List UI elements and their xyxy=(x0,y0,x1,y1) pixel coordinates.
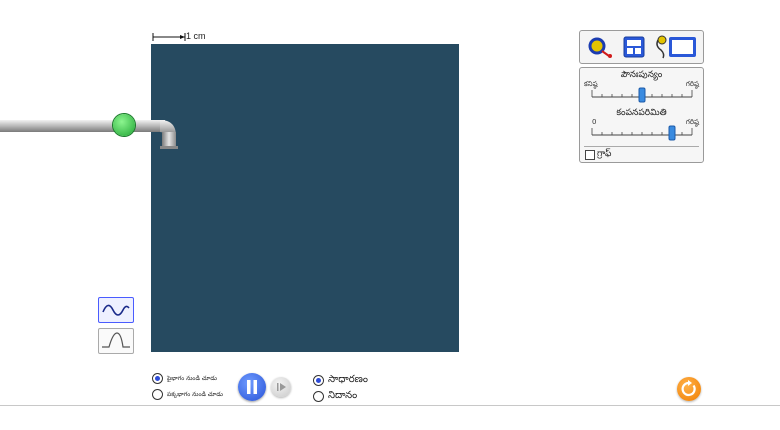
stopwatch-icon[interactable] xyxy=(621,34,647,60)
view-option-top-label: పైభాగం నుండి చూడు xyxy=(167,374,217,382)
reset-icon xyxy=(681,380,696,397)
graph-checkbox-box[interactable] xyxy=(585,150,595,160)
view-option-top-radio[interactable] xyxy=(152,373,163,384)
bottom-divider xyxy=(0,405,780,406)
faucet-valve[interactable] xyxy=(113,114,135,136)
amplitude-label: కంపనపరిమితి xyxy=(616,108,667,118)
wave-pulse-icon xyxy=(102,332,130,348)
graph-checkbox[interactable]: గ్రాఫ్ xyxy=(585,149,611,161)
speed-option-slow[interactable]: నిదానం xyxy=(313,389,357,403)
view-option-side[interactable]: పక్కభాగం నుండి చూడు xyxy=(152,389,223,400)
water-area xyxy=(151,44,459,352)
amplitude-slider[interactable] xyxy=(588,123,696,143)
speed-option-normal-radio[interactable] xyxy=(313,374,324,386)
speed-option-normal[interactable]: సాధారణం xyxy=(313,373,368,387)
probe-icon[interactable] xyxy=(653,34,699,60)
speed-option-slow-label: నిదానం xyxy=(328,390,358,401)
view-option-side-label: పక్కభాగం నుండి చూడు xyxy=(167,390,223,398)
wave-continuous-icon xyxy=(102,304,130,316)
faucet xyxy=(0,120,178,149)
wave-continuous-button[interactable] xyxy=(98,297,134,323)
scale-label: 1 cm xyxy=(186,31,206,41)
magnifier-icon[interactable] xyxy=(585,34,615,60)
amplitude-slider-thumb[interactable] xyxy=(668,125,676,141)
panel-divider xyxy=(584,146,699,147)
pause-icon xyxy=(247,380,257,394)
frequency-slider-thumb[interactable] xyxy=(638,87,646,103)
step-icon xyxy=(277,383,286,391)
view-option-side-radio[interactable] xyxy=(152,389,163,400)
speed-option-normal-label: సాధారణం xyxy=(328,374,368,385)
frequency-slider[interactable] xyxy=(588,85,696,105)
view-option-top[interactable]: పైభాగం నుండి చూడు xyxy=(152,373,217,384)
pause-button[interactable] xyxy=(238,373,266,401)
speed-option-slow-radio[interactable] xyxy=(313,390,324,402)
scale-bar xyxy=(152,33,186,41)
wave-pulse-button[interactable] xyxy=(98,328,134,354)
reset-button[interactable] xyxy=(677,377,701,401)
tools-box xyxy=(579,30,704,64)
frequency-label: పౌనఃపున్యం xyxy=(620,70,663,80)
step-button[interactable] xyxy=(271,377,291,397)
control-panel: పౌనఃపున్యం కనిష్ఠ గరిష్ఠ కంపనపరిమితి 0 గ… xyxy=(579,67,704,163)
graph-checkbox-label: గ్రాఫ్ xyxy=(597,149,612,159)
